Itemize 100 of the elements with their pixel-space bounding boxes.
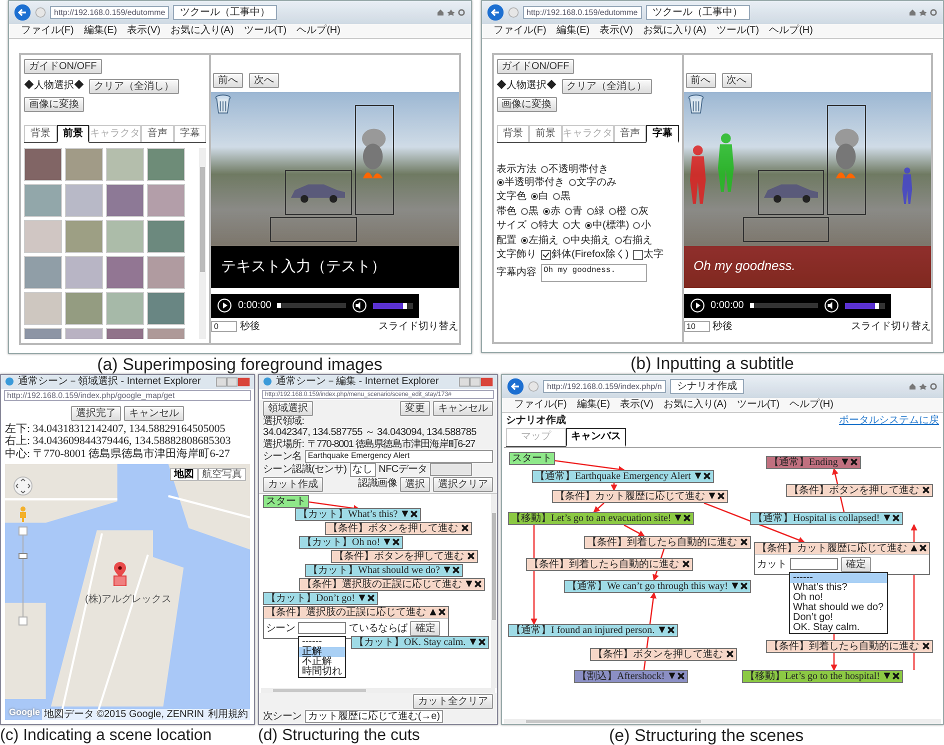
image-thumbnail[interactable] — [24, 256, 62, 289]
delete-icon[interactable] — [683, 514, 692, 522]
menu-item[interactable]: お気に入り(A) — [663, 399, 727, 410]
caret-down-icon[interactable] — [883, 672, 891, 680]
area-select-button[interactable]: 領域選択 — [263, 400, 313, 416]
selection-frame[interactable] — [285, 170, 352, 215]
radio-button[interactable] — [552, 193, 560, 200]
clear-selection-button[interactable]: 選択クリア — [433, 476, 493, 492]
cancel-button[interactable]: キャンセル — [124, 406, 184, 421]
radio-button[interactable] — [564, 208, 572, 215]
start-node[interactable]: スタート — [509, 452, 555, 464]
condition-node[interactable]: 【条件】ボタンを押して進む — [590, 648, 737, 660]
dropdown-option[interactable]: ------ — [790, 572, 887, 582]
tab[interactable]: 背景 — [496, 124, 529, 142]
condition-node[interactable]: 【条件】ボタンを押して進む — [786, 484, 933, 496]
confirm-button[interactable]: 確定 — [841, 556, 871, 572]
radio-button[interactable] — [614, 236, 622, 244]
menu-item[interactable]: お気に入り(A) — [642, 25, 706, 36]
caret-down-icon[interactable] — [882, 514, 891, 522]
checkbox[interactable] — [632, 250, 643, 260]
portal-link[interactable]: ポータルシステムに戻 — [839, 414, 939, 426]
caret-down-icon[interactable] — [694, 472, 702, 480]
image-thumbnail[interactable] — [65, 220, 103, 253]
radio-button[interactable] — [520, 236, 528, 244]
radio-button[interactable] — [608, 208, 616, 215]
scrollbar[interactable] — [491, 494, 497, 688]
browser-tab[interactable]: ツクール（工事中） — [173, 4, 278, 20]
cut-node[interactable]: 【カット】Oh no! — [299, 536, 404, 549]
menu-item[interactable]: 編集(E) — [576, 399, 610, 410]
caret-down-icon[interactable] — [708, 492, 716, 500]
scrollbar[interactable] — [199, 148, 206, 339]
cut-node[interactable]: 【カット】What’s this? — [295, 508, 421, 521]
browser-tab[interactable]: シナリオ作成 — [670, 378, 744, 394]
image-thumbnail[interactable] — [147, 220, 185, 253]
delete-icon[interactable] — [726, 650, 734, 658]
cancel-button[interactable]: キャンセル — [433, 400, 493, 416]
create-cut-button[interactable]: カット作成 — [263, 476, 323, 492]
dropdown-field[interactable] — [298, 622, 346, 634]
delete-icon[interactable] — [666, 626, 675, 634]
convert-button[interactable]: 画像に変換 — [24, 96, 84, 112]
seek-bar[interactable] — [750, 303, 818, 308]
scene-node[interactable]: 【通常】Hospital is collapsed! — [750, 512, 903, 524]
delete-icon[interactable] — [366, 594, 375, 602]
menu-item[interactable]: ファイル(F) — [514, 399, 567, 410]
seconds-field[interactable]: 10 — [684, 320, 710, 332]
delete-icon[interactable] — [478, 638, 486, 646]
image-thumbnail[interactable] — [147, 148, 185, 181]
guide-toggle-button[interactable]: ガイドON/OFF — [24, 58, 102, 74]
radio-button[interactable] — [584, 222, 592, 230]
menu-item[interactable]: ヘルプ(H) — [790, 399, 834, 410]
dropdown-option[interactable]: ------ — [299, 636, 345, 647]
image-thumbnail[interactable] — [147, 256, 185, 289]
tab[interactable]: 前景 — [56, 124, 89, 143]
radio-button[interactable] — [568, 178, 576, 186]
delete-icon[interactable] — [392, 538, 400, 546]
pan-control-icon[interactable] — [13, 476, 33, 496]
window-buttons-drawing[interactable] — [459, 376, 493, 387]
delete-icon[interactable] — [474, 580, 482, 588]
tab[interactable]: 前景 — [529, 124, 562, 142]
dropdown-option[interactable]: OK. Stay calm. — [790, 622, 887, 632]
condition-node[interactable]: 【条件】到着したら自動的に進む — [526, 558, 693, 570]
selection-frame[interactable] — [758, 170, 824, 215]
trash-icon[interactable] — [686, 94, 704, 114]
radio-button[interactable] — [562, 222, 570, 230]
clear-all-cuts-button[interactable]: カット全クリア — [413, 694, 493, 708]
play-button[interactable] — [690, 298, 704, 313]
radio-button[interactable] — [520, 208, 528, 215]
caret-down-icon[interactable] — [658, 626, 666, 634]
dropdown-option[interactable]: Don’t go! — [790, 612, 887, 622]
terms-link[interactable]: 利用規約 — [208, 708, 248, 720]
menu-item[interactable]: ファイル(F) — [494, 25, 546, 36]
tab[interactable]: 字幕 — [646, 124, 678, 143]
zoom-slider-thumb[interactable] — [18, 552, 28, 559]
dropdown-option[interactable]: Oh no! — [790, 592, 887, 602]
menu-item[interactable]: 表示(V) — [600, 25, 633, 36]
menu-item[interactable]: ツール(T) — [736, 399, 780, 410]
image-thumbnail[interactable] — [106, 256, 144, 289]
delete-icon[interactable] — [740, 582, 748, 590]
menu-item[interactable]: 表示(V) — [127, 25, 160, 36]
address-field[interactable]: http://192.168.0.159/index.php/google_map/get — [4, 390, 251, 401]
caret-down-icon[interactable] — [468, 638, 477, 646]
back-button[interactable] — [507, 378, 524, 395]
start-node[interactable]: スタート — [263, 494, 309, 508]
image-thumbnail[interactable] — [24, 184, 62, 217]
condition-node[interactable]: 【条件】選択肢の正誤に応じて進む — [299, 578, 485, 591]
condition-node[interactable]: 【条件】カット履歴に応じて進む — [552, 490, 728, 502]
image-thumbnail[interactable] — [65, 148, 103, 181]
delete-icon[interactable] — [892, 514, 900, 522]
condition-node[interactable]: 【条件】到着したら自動的に進む — [766, 640, 933, 652]
radio-button[interactable] — [540, 166, 548, 174]
delete-icon[interactable] — [740, 538, 748, 546]
image-thumbnail[interactable] — [65, 292, 103, 325]
image-thumbnail[interactable] — [106, 148, 144, 181]
dropdown-option[interactable]: What’s this? — [790, 582, 887, 592]
browser-tab[interactable]: ツクール（工事中） — [646, 4, 750, 20]
checkbox[interactable] — [540, 250, 550, 260]
image-thumbnail[interactable] — [147, 184, 185, 217]
map-type-button[interactable]: 航空写真 — [198, 468, 246, 482]
delete-icon[interactable] — [892, 672, 900, 680]
tab[interactable]: 音声 — [141, 124, 174, 142]
